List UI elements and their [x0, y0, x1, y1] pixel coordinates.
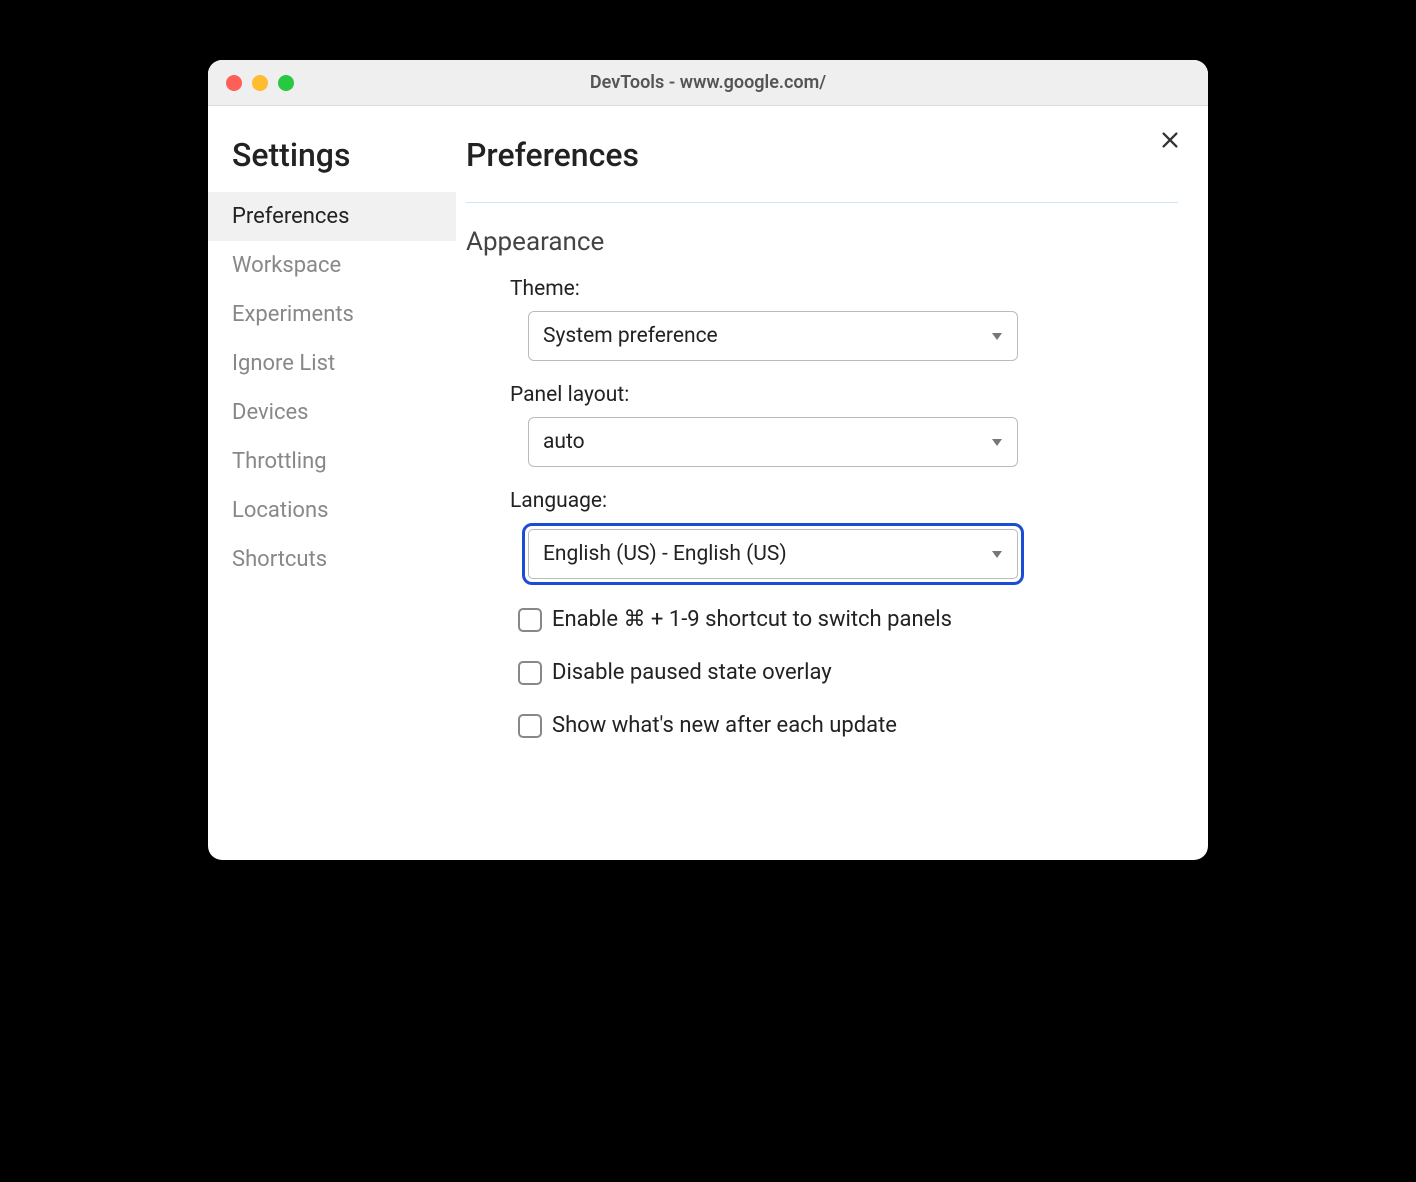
sidebar-item-locations[interactable]: Locations [208, 486, 456, 535]
sidebar-title: Settings [208, 136, 456, 192]
sidebar-item-preferences[interactable]: Preferences [208, 192, 456, 241]
language-select-value: English (US) - English (US) [543, 542, 787, 566]
page-title: Preferences [466, 136, 1178, 174]
checkbox-label: Show what's new after each update [552, 713, 897, 738]
preferences-scroll[interactable]: Appearance Theme: System preference [466, 202, 1178, 856]
content-area: Settings Preferences Workspace Experimen… [208, 106, 1208, 860]
checkbox-enable-shortcut[interactable]: Enable ⌘ + 1-9 shortcut to switch panels [518, 607, 1168, 632]
checkbox-disable-paused-overlay[interactable]: Disable paused state overlay [518, 660, 1168, 685]
sidebar-item-label: Ignore List [232, 351, 335, 376]
sidebar-item-label: Preferences [232, 204, 349, 229]
panel-layout-field: Panel layout: auto [510, 383, 1168, 467]
checkbox-icon [518, 714, 542, 738]
settings-sidebar: Settings Preferences Workspace Experimen… [208, 106, 456, 860]
section-appearance-title: Appearance [466, 227, 1168, 257]
theme-select[interactable]: System preference [528, 311, 1018, 361]
checkbox-show-whats-new[interactable]: Show what's new after each update [518, 713, 1168, 738]
theme-select-value: System preference [543, 324, 718, 348]
language-field: Language: English (US) - English (US) [510, 489, 1168, 585]
checkbox-icon [518, 661, 542, 685]
panel-layout-select-wrap: auto [528, 417, 1018, 467]
language-label: Language: [510, 489, 1168, 513]
sidebar-item-label: Shortcuts [232, 547, 327, 572]
titlebar: DevTools - www.google.com/ [208, 60, 1208, 106]
language-select[interactable]: English (US) - English (US) [528, 529, 1018, 579]
panel-layout-select-value: auto [543, 430, 585, 454]
panel-layout-select[interactable]: auto [528, 417, 1018, 467]
checkbox-label: Enable ⌘ + 1-9 shortcut to switch panels [552, 607, 952, 632]
panel-layout-label: Panel layout: [510, 383, 1168, 407]
window-minimize-button[interactable] [252, 75, 268, 91]
language-select-wrap: English (US) - English (US) [522, 523, 1024, 585]
close-icon [1159, 129, 1181, 151]
sidebar-item-label: Throttling [232, 449, 327, 474]
checkbox-icon [518, 608, 542, 632]
checkbox-label: Disable paused state overlay [552, 660, 832, 685]
sidebar-item-ignore-list[interactable]: Ignore List [208, 339, 456, 388]
sidebar-item-label: Devices [232, 400, 309, 425]
theme-label: Theme: [510, 277, 1168, 301]
theme-select-wrap: System preference [528, 311, 1018, 361]
sidebar-item-shortcuts[interactable]: Shortcuts [208, 535, 456, 584]
window-close-button[interactable] [226, 75, 242, 91]
sidebar-item-label: Locations [232, 498, 328, 523]
sidebar-item-label: Experiments [232, 302, 354, 327]
window-title: DevTools - www.google.com/ [208, 72, 1208, 93]
sidebar-item-workspace[interactable]: Workspace [208, 241, 456, 290]
sidebar-item-devices[interactable]: Devices [208, 388, 456, 437]
close-settings-button[interactable] [1156, 126, 1184, 154]
sidebar-item-experiments[interactable]: Experiments [208, 290, 456, 339]
sidebar-item-label: Workspace [232, 253, 341, 278]
main-panel: Preferences Appearance Theme: System pre… [456, 106, 1208, 860]
sidebar-item-throttling[interactable]: Throttling [208, 437, 456, 486]
traffic-lights [208, 75, 294, 91]
theme-field: Theme: System preference [510, 277, 1168, 361]
devtools-window: DevTools - www.google.com/ Settings Pref… [208, 60, 1208, 860]
scroll-spacer [466, 766, 1168, 856]
window-maximize-button[interactable] [278, 75, 294, 91]
